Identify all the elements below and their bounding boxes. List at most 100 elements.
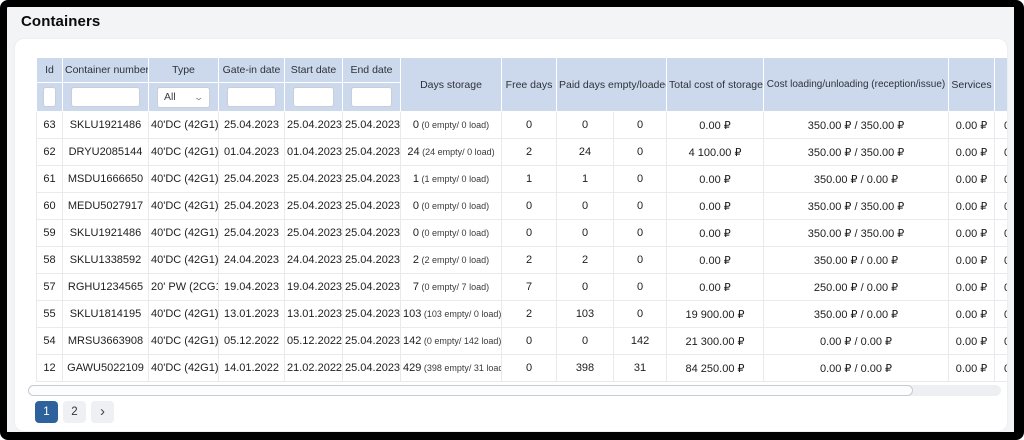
cell-container-number: MRSU3663908	[62, 327, 149, 355]
cell-total-cost: 0.00 ₽	[666, 165, 765, 193]
days-storage-note: (2 empty/ 0 load)	[419, 255, 490, 265]
cell-paid-days-empty: 0	[556, 273, 614, 301]
cell-paid-days-loaded: 0	[612, 192, 668, 220]
cell-cost-loading: 350.00 ₽ / 0.00 ₽	[763, 246, 950, 274]
cell-paid-days-loaded: 0	[612, 219, 668, 247]
days-storage-value: 24	[407, 146, 420, 158]
cell-end-date: 25.04.2023	[342, 138, 401, 166]
cell-free-days: 2	[501, 300, 557, 328]
cell-free-days: 0	[501, 111, 557, 139]
cell-paid-days-loaded: 0	[612, 246, 668, 274]
cell-paid-days-empty: 398	[556, 354, 614, 382]
cell-start-date: 25.04.2023	[284, 192, 343, 220]
cell-free-days: 0	[501, 192, 557, 220]
days-storage-note: (24 empty/ 0 load)	[419, 147, 495, 157]
col-header-days-storage: Days storage	[400, 57, 502, 112]
cell-type: 40'DC (42G1)	[148, 111, 219, 139]
cell-container-number: SKLU1814195	[62, 300, 149, 328]
cell-paid-days-empty: 24	[556, 138, 614, 166]
cell-container-number: MSDU1666650	[62, 165, 149, 193]
days-storage-note: (1 empty/ 0 load)	[419, 174, 490, 184]
cell-cost-loading: 350.00 ₽ / 350.00 ₽	[763, 138, 950, 166]
cell-services: 0.00 ₽	[948, 111, 996, 139]
cell-services: 0.00 ₽	[948, 246, 996, 274]
next-page-button[interactable]: ›	[91, 401, 114, 423]
col-header-start-date: Start date	[284, 57, 343, 83]
col-header-paid-days: Paid days empty/loaded	[555, 57, 668, 112]
cell-partial: 0.00 ₽	[994, 354, 1007, 382]
cell-partial: 0.00 ₽	[994, 192, 1007, 220]
cell-free-days: 2	[501, 246, 557, 274]
table-row: 54 MRSU3663908 40'DC (42G1) 05.12.2022 05.12…	[36, 327, 1007, 355]
cell-partial: 0.00 ₽	[994, 300, 1007, 328]
page-button-1[interactable]: 1	[35, 401, 58, 423]
days-storage-value: 142	[403, 335, 422, 347]
table-row: 58 SKLU1338592 40'DC (42G1) 24.04.2023 24.04…	[36, 246, 1007, 274]
cell-free-days: 0	[501, 219, 557, 247]
cell-days-storage: 0 (0 empty/ 0 load)	[400, 111, 502, 139]
cell-type: 40'DC (42G1)	[148, 327, 219, 355]
table-row: 55 SKLU1814195 40'DC (42G1) 13.01.2023 13.01…	[36, 300, 1007, 328]
cell-days-storage: 7 (0 empty/ 7 load)	[400, 273, 502, 301]
cell-paid-days-loaded: 0	[612, 138, 668, 166]
cell-id: 62	[36, 138, 63, 166]
horizontal-scrollbar-track[interactable]	[28, 385, 1001, 396]
table-row: 61 MSDU1666650 40'DC (42G1) 25.04.2023 25.04…	[36, 165, 1007, 193]
days-storage-value: 103	[403, 308, 422, 320]
cell-type: 40'DC (42G1)	[148, 165, 219, 193]
cell-end-date: 25.04.2023	[342, 300, 401, 328]
cell-container-number: RGHU1234565	[62, 273, 149, 301]
cell-total-cost: 4 100.00 ₽	[666, 138, 765, 166]
end-date-filter-input[interactable]	[351, 87, 392, 107]
cell-gate-in-date: 13.01.2023	[218, 300, 285, 328]
table-row: 57 RGHU1234565 20' PW (2CG1) 19.04.2023 19.0…	[36, 273, 1007, 301]
cell-type: 40'DC (42G1)	[148, 192, 219, 220]
cell-cost-loading: 250.00 ₽ / 0.00 ₽	[763, 273, 950, 301]
pagination: 1 2 ›	[35, 401, 1007, 423]
cell-total-cost: 0.00 ₽	[666, 219, 765, 247]
cell-partial: 0.00 ₽	[994, 327, 1007, 355]
cell-type: 40'DC (42G1)	[148, 300, 219, 328]
cell-days-storage: 24 (24 empty/ 0 load)	[400, 138, 502, 166]
cell-end-date: 25.04.2023	[342, 192, 401, 220]
cell-container-number: SKLU1921486	[62, 111, 149, 139]
col-header-partial: P	[994, 57, 1007, 112]
cell-container-number: MEDU5027917	[62, 192, 149, 220]
days-storage-note: (398 empty/ 31 load)	[421, 363, 502, 373]
cell-partial: 0.00 ₽	[994, 219, 1007, 247]
cell-services: 0.00 ₽	[948, 300, 996, 328]
cell-id: 59	[36, 219, 63, 247]
days-storage-note: (0 empty/ 142 load)	[421, 336, 502, 346]
cell-free-days: 0	[501, 327, 557, 355]
horizontal-scrollbar-thumb[interactable]	[28, 385, 914, 396]
container-number-filter-input[interactable]	[71, 87, 140, 107]
cell-end-date: 25.04.2023	[342, 246, 401, 274]
cell-end-date: 25.04.2023	[342, 354, 401, 382]
cell-paid-days-empty: 103	[556, 300, 614, 328]
cell-start-date: 25.04.2023	[284, 165, 343, 193]
cell-gate-in-date: 25.04.2023	[218, 111, 285, 139]
cell-cost-loading: 350.00 ₽ / 0.00 ₽	[763, 165, 950, 193]
days-storage-note: (0 empty/ 0 load)	[419, 120, 490, 130]
cell-id: 55	[36, 300, 63, 328]
cell-partial: 0.00 ₽	[994, 273, 1007, 301]
cell-free-days: 1	[501, 165, 557, 193]
cell-paid-days-loaded: 0	[612, 111, 668, 139]
cell-paid-days-empty: 0	[556, 192, 614, 220]
cell-cost-loading: 350.00 ₽ / 350.00 ₽	[763, 219, 950, 247]
cell-end-date: 25.04.2023	[342, 165, 401, 193]
start-date-filter-input[interactable]	[293, 87, 334, 107]
page-title: Containers	[21, 13, 101, 30]
id-filter-input[interactable]	[43, 87, 56, 107]
cell-id: 54	[36, 327, 63, 355]
cell-gate-in-date: 25.04.2023	[218, 165, 285, 193]
page-button-2[interactable]: 2	[63, 401, 86, 423]
cell-id: 61	[36, 165, 63, 193]
cell-start-date: 21.02.2022	[284, 354, 343, 382]
gate-in-date-filter-input[interactable]	[227, 87, 276, 107]
cell-paid-days-empty: 0	[556, 327, 614, 355]
cell-type: 40'DC (42G1)	[148, 246, 219, 274]
table-row: 59 SKLU1921486 40'DC (42G1) 25.04.2023 25.04…	[36, 219, 1007, 247]
cell-id: 58	[36, 246, 63, 274]
type-filter-select[interactable]: All ⌄	[157, 86, 210, 108]
